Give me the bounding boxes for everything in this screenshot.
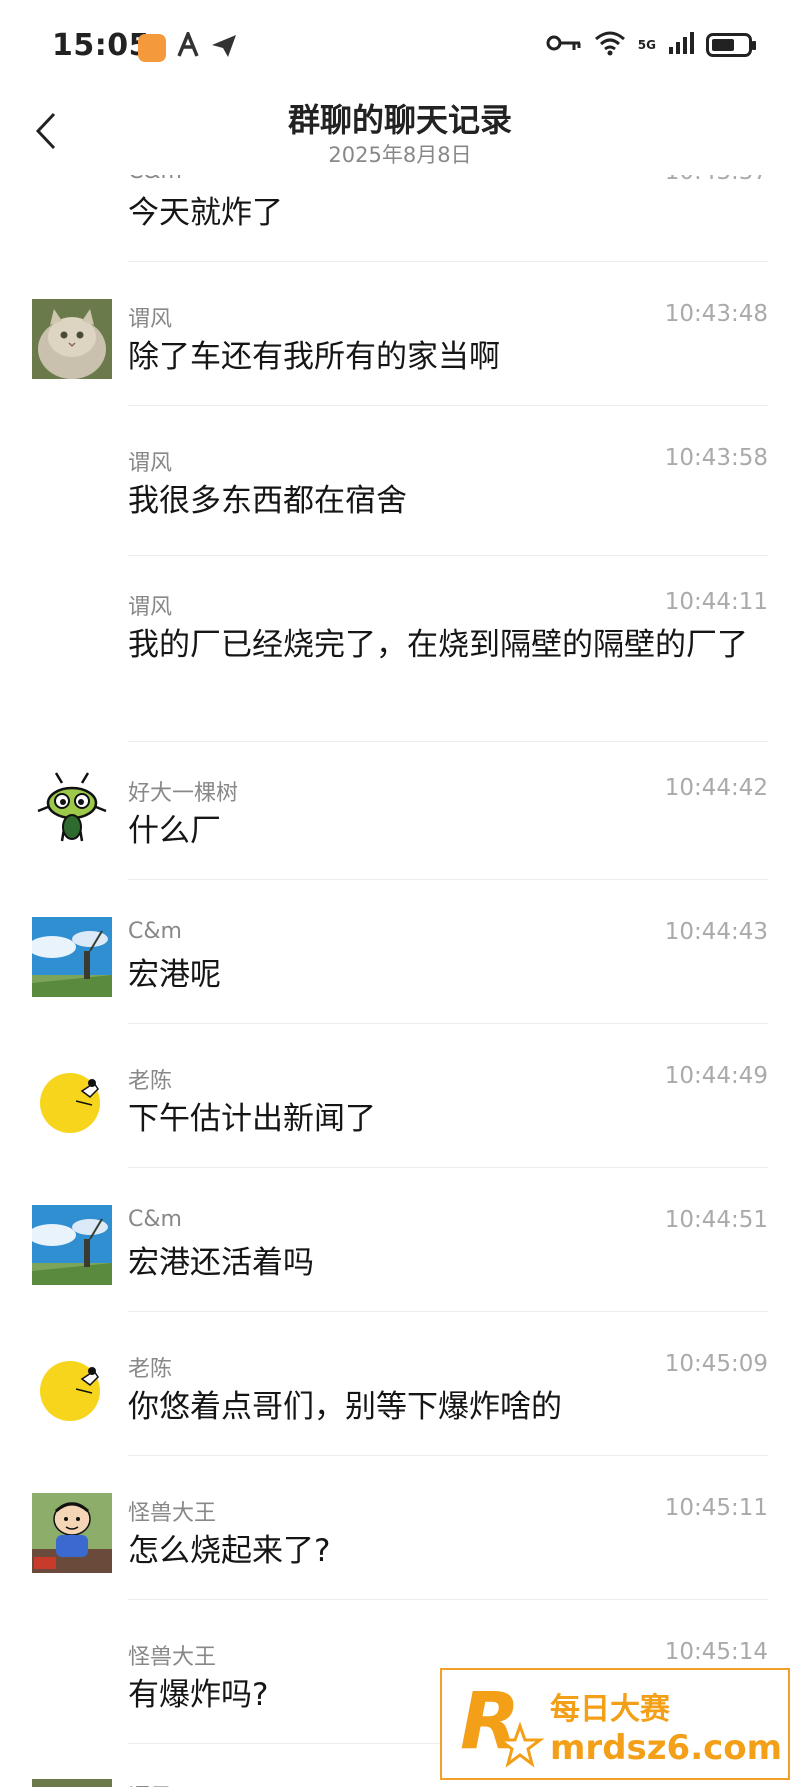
sender-name: 谓风 <box>128 1779 172 1787</box>
divider <box>128 555 768 556</box>
message-time: 10:44:51 <box>664 1207 768 1233</box>
message-text: 宏港呢 <box>128 957 221 993</box>
message-text: 我很多东西都在宿舍 <box>128 483 407 519</box>
divider <box>128 1023 768 1024</box>
message-item[interactable]: 好大一棵树 10:44:42 什么厂 <box>0 749 800 893</box>
message-time: 10:45:14 <box>664 1639 768 1665</box>
avatar[interactable] <box>32 1349 112 1429</box>
chat-date: 2025年8月8日 <box>328 143 472 167</box>
message-item[interactable]: C&m 10:44:43 宏港呢 <box>0 893 800 1037</box>
message-text: 除了车还有我所有的家当啊 <box>128 339 500 375</box>
signal-icon <box>668 31 694 59</box>
message-text: 你悠着点哥们，别等下爆炸啥的 <box>128 1389 562 1425</box>
message-time: 10:43:37 <box>665 175 768 185</box>
sender-name: 谓风 <box>128 595 173 620</box>
avatar[interactable] <box>32 1493 112 1573</box>
bug-avatar-icon <box>32 771 112 851</box>
watermark-name: 每日大赛 <box>550 1692 670 1727</box>
sky-avatar-icon <box>32 917 112 997</box>
moon-avatar-icon <box>32 1061 112 1141</box>
wifi-icon <box>594 30 626 60</box>
divider <box>128 261 768 262</box>
sender-name: 怪兽大王 <box>128 1645 217 1670</box>
message-text: 宏港还活着吗 <box>128 1245 314 1281</box>
page-title: 群聊的聊天记录 <box>287 101 512 139</box>
message-text: 我的厂已经烧完了，在烧到隔壁的隔壁的厂了 <box>128 627 748 663</box>
cat-avatar-icon <box>32 1779 112 1787</box>
message-time: 10:43:48 <box>664 301 768 327</box>
message-item[interactable]: C&m 10:43:37 今天就炸了 <box>0 175 800 275</box>
message-time: 10:44:42 <box>664 775 768 801</box>
divider <box>128 879 768 880</box>
message-text: 今天就炸了 <box>128 195 283 231</box>
sender-name: C&m <box>128 1207 182 1232</box>
message-item[interactable]: 谓风 10:43:48 除了车还有我所有的家当啊 <box>0 275 800 419</box>
sender-name: 老陈 <box>128 1357 173 1382</box>
5g-icon: 5G <box>637 38 656 52</box>
message-item[interactable]: 怪兽大王 10:45:11 怎么烧起来了? <box>0 1469 800 1613</box>
divider <box>128 405 768 406</box>
message-item[interactable]: C&m 10:44:51 宏港还活着吗 <box>0 1181 800 1325</box>
sky-avatar-icon <box>32 1205 112 1285</box>
status-bar: 15:05 5G <box>0 0 800 95</box>
message-time: 10:45:11 <box>664 1495 768 1521</box>
sender-name: C&m <box>128 919 182 944</box>
message-item[interactable]: 谓风 10:44:11 我的厂已经烧完了，在烧到隔壁的隔壁的厂了 <box>0 563 800 749</box>
kid-avatar-icon <box>32 1493 112 1573</box>
sender-name: C&m <box>128 175 182 184</box>
message-item[interactable]: 谓风 10:43:58 我很多东西都在宿舍 <box>0 419 800 563</box>
divider <box>128 741 768 742</box>
divider <box>128 1455 768 1456</box>
message-text: 什么厂 <box>128 813 221 849</box>
avatar[interactable] <box>32 917 112 997</box>
message-time: 10:44:11 <box>664 589 768 615</box>
avatar[interactable] <box>32 771 112 851</box>
divider <box>128 1311 768 1312</box>
key-icon <box>546 33 582 57</box>
sender-name: 老陈 <box>128 1069 173 1094</box>
send-icon <box>210 33 238 63</box>
avatar[interactable] <box>32 299 112 379</box>
message-time: 10:44:49 <box>664 1063 768 1089</box>
sender-name: 谓风 <box>128 307 173 332</box>
sender-name: 好大一棵树 <box>128 781 239 806</box>
message-text: 下午估计出新闻了 <box>128 1101 376 1137</box>
message-item[interactable]: 老陈 10:44:49 下午估计出新闻了 <box>0 1037 800 1181</box>
watermark-logo-icon: R <box>460 1678 545 1768</box>
message-item[interactable]: 老陈 10:45:09 你悠着点哥们，别等下爆炸啥的 <box>0 1325 800 1469</box>
message-time: 10:45:09 <box>664 1351 768 1377</box>
watermark-url: mrdsz6.com <box>550 1728 783 1768</box>
notification-icons <box>138 29 238 64</box>
a-icon <box>176 29 200 64</box>
sender-name: 怪兽大王 <box>128 1501 217 1526</box>
system-icons: 5G <box>546 30 756 60</box>
battery-icon <box>706 33 756 57</box>
avatar[interactable] <box>32 1061 112 1141</box>
moon-avatar-icon <box>32 1349 112 1429</box>
app-icon <box>138 34 166 62</box>
status-time: 15:05 <box>52 28 150 63</box>
message-time: 10:44:43 <box>664 919 768 945</box>
sender-name: 谓风 <box>128 451 173 476</box>
battery-level <box>712 39 734 51</box>
message-text: 怎么烧起来了? <box>128 1533 331 1569</box>
chat-header: 群聊的聊天记录 2025年8月8日 <box>0 95 800 175</box>
divider <box>128 1599 768 1600</box>
cat-avatar-icon <box>32 299 112 379</box>
avatar[interactable] <box>32 1205 112 1285</box>
avatar[interactable] <box>32 1779 112 1787</box>
message-time: 10:43:58 <box>664 445 768 471</box>
watermark: R 每日大赛 mrdsz6.com <box>440 1668 790 1780</box>
divider <box>128 1167 768 1168</box>
